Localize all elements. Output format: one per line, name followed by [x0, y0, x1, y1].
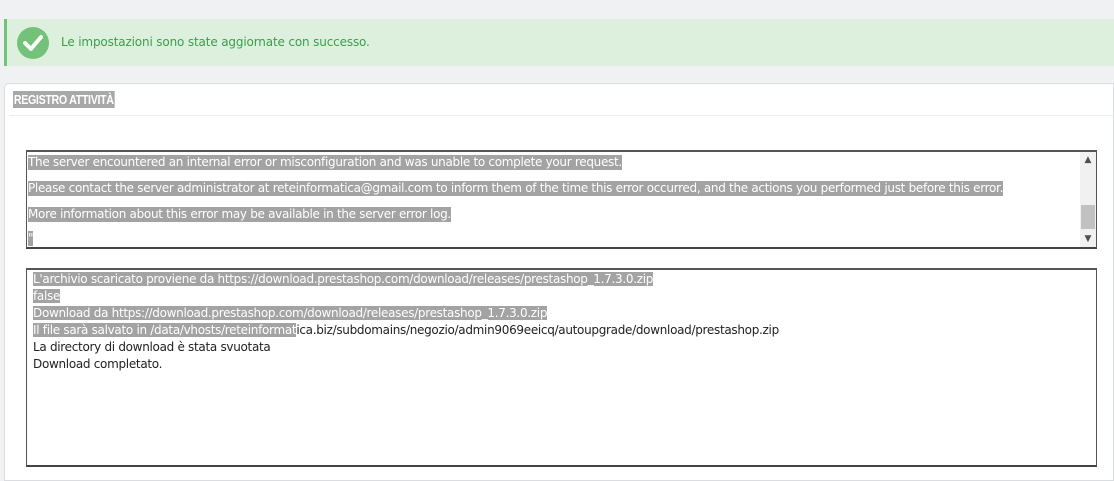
check-circle-icon [17, 27, 49, 59]
error-line: The server encountered an internal error… [28, 155, 622, 170]
log-line: Il file sarà salvato in /data/vhosts/ret… [33, 322, 779, 338]
vertical-scrollbar[interactable]: ▲ ▼ [1080, 152, 1096, 247]
success-alert: Le impostazioni sono state aggiornate co… [4, 19, 1114, 66]
error-line: Please contact the server administrator … [28, 181, 1004, 196]
scroll-up-arrow-icon[interactable]: ▲ [1080, 152, 1096, 168]
activity-log-panel: REGISTRO ATTIVITÀ The server encountered… [4, 83, 1114, 481]
log-line-selected: Download da https://download.prestashop.… [33, 306, 548, 320]
upgrade-log-textarea[interactable]: L'archivio scaricato proviene da https:/… [26, 268, 1097, 467]
panel-title: REGISTRO ATTIVITÀ [13, 91, 115, 108]
error-line: More information about this error may be… [28, 207, 451, 222]
log-line: L'archivio scaricato proviene da https:/… [33, 271, 653, 287]
panel-divider [9, 115, 1113, 116]
log-line-text: Download completato. [33, 357, 163, 371]
error-output-box[interactable]: The server encountered an internal error… [26, 150, 1097, 249]
log-line-selected: Il file sarà salvato in /data/vhosts/ret… [33, 323, 297, 337]
scroll-down-arrow-icon[interactable]: ▼ [1080, 231, 1096, 247]
log-line: La directory di download è stata svuotat… [33, 339, 271, 355]
log-line-text: ica.biz/subdomains/negozio/admin9069eeic… [296, 323, 779, 337]
log-line-selected: L'archivio scaricato proviene da https:/… [33, 272, 654, 286]
log-line: false [33, 288, 60, 304]
scrollbar-thumb[interactable] [1081, 205, 1095, 229]
log-line: Download completato. [33, 356, 162, 372]
log-line-text: La directory di download è stata svuotat… [33, 340, 271, 354]
success-message: Le impostazioni sono state aggiornate co… [61, 35, 370, 49]
error-line: " [28, 231, 34, 246]
log-line: Download da https://download.prestashop.… [33, 305, 547, 321]
log-line-selected: false [33, 289, 61, 303]
